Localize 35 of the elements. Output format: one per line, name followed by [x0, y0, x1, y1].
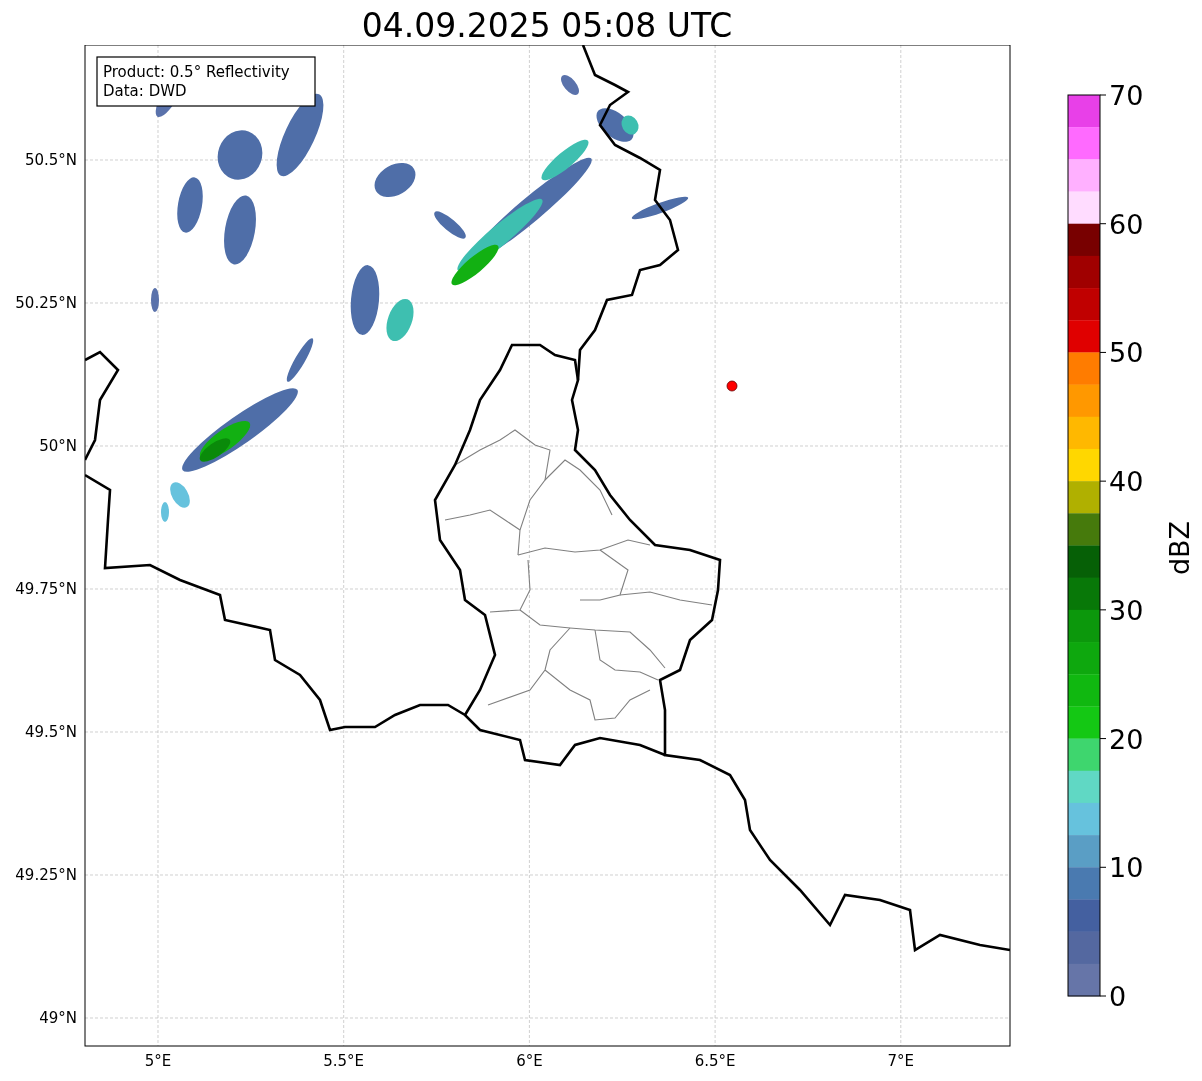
chart-title: 04.09.2025 05:08 UTC [360, 5, 734, 45]
radar-echo [350, 265, 380, 335]
legend-text: Data: DWD [103, 82, 187, 100]
colorbar-tick-label: 20 [1109, 723, 1144, 755]
axis-tick-label: 49°N [39, 1009, 77, 1027]
colorbar-tick-label: 70 [1109, 80, 1144, 111]
axis-tick-label: 49.75°N [15, 580, 77, 598]
colorbar-tick-label: 60 [1109, 208, 1144, 240]
colorbar-label: dBZ [1164, 520, 1195, 576]
axis-tick-label: 50.5°N [24, 151, 77, 169]
colorbar-tick-label: 10 [1109, 852, 1144, 884]
radar-echo [177, 177, 203, 233]
axis-tick-label: 7°E [887, 1052, 915, 1070]
axis-tick-label: 50°N [39, 437, 77, 455]
axis-tick-label: 5°E [144, 1052, 172, 1070]
colorbar-tick-label: 0 [1109, 981, 1127, 1012]
colorbar-tick-label: 30 [1109, 594, 1144, 626]
radar-echo [151, 288, 159, 312]
axis-tick-label: 49.5°N [24, 723, 77, 741]
radar-site-marker [726, 380, 738, 392]
colorbar-tick-label: 50 [1109, 337, 1144, 369]
radar-echo [286, 338, 314, 382]
radar-echo [386, 298, 414, 342]
radar-echo [224, 195, 256, 265]
radar-echo [374, 163, 416, 197]
axis-tick-label: 5.5°E [323, 1052, 365, 1070]
axis-tick-label: 6°E [516, 1052, 543, 1070]
radar-echo [217, 130, 263, 180]
legend-text: Product: 0.5° Reflectivity [103, 63, 290, 81]
axis-tick-label: 6.5°E [694, 1052, 736, 1070]
axis-tick-label: 50.25°N [15, 294, 77, 312]
radar-echo [631, 196, 689, 220]
colorbar-tick-label: 40 [1109, 466, 1144, 498]
axis-tick-label: 49.25°N [15, 866, 77, 884]
radar-echo [561, 75, 579, 95]
